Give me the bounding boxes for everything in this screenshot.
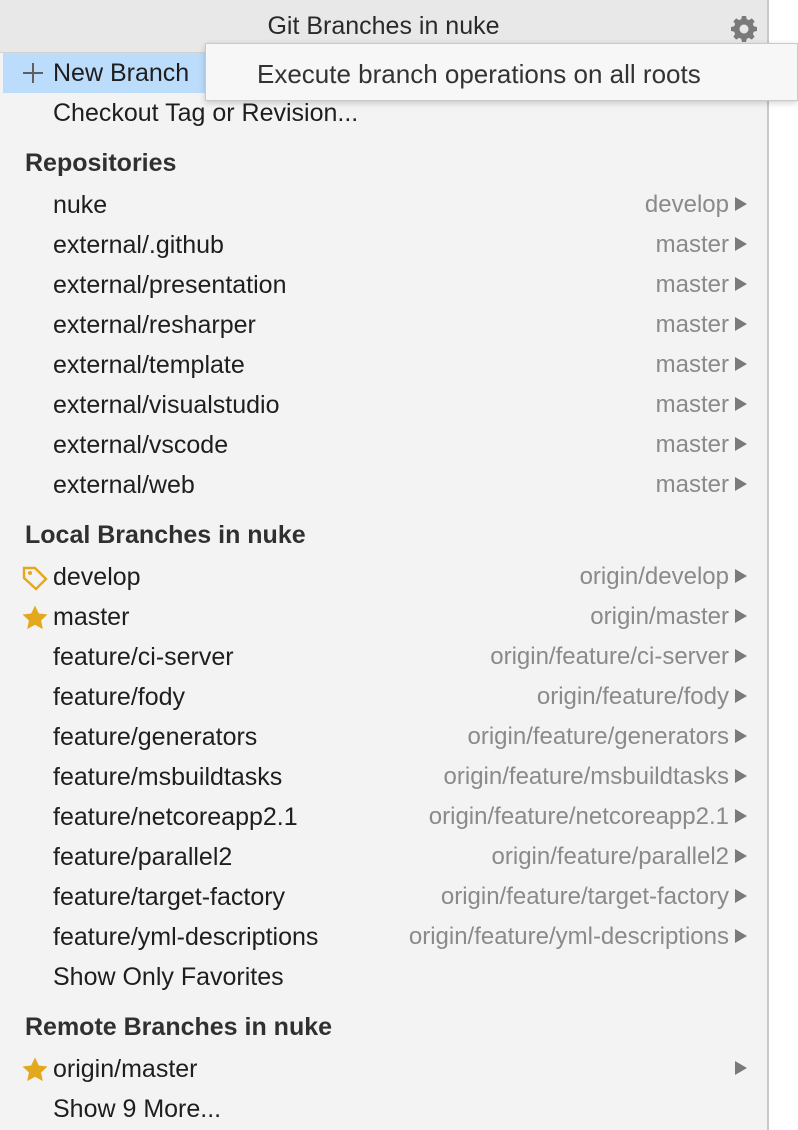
local-branch-name: master — [53, 603, 130, 631]
repository-item[interactable]: nuke develop — [3, 185, 767, 225]
local-branch-item[interactable]: feature/target-factory origin/feature/tar… — [3, 877, 767, 917]
repository-name: external/.github — [53, 231, 224, 259]
submenu-arrow-icon — [735, 237, 747, 251]
repository-name: external/vscode — [53, 431, 229, 459]
local-branch-name: feature/fody — [53, 683, 186, 711]
remote-branch-item[interactable]: origin/master — [3, 1049, 767, 1089]
local-branch-item[interactable]: feature/fody origin/feature/fody — [3, 677, 767, 717]
repository-branch: master — [655, 431, 729, 458]
tooltip: Execute branch operations on all roots — [205, 43, 798, 101]
remote-branch-name: origin/master — [53, 1055, 198, 1083]
repository-item[interactable]: external/web master — [3, 465, 767, 505]
local-branch-name: feature/msbuildtasks — [53, 763, 283, 791]
submenu-arrow-icon — [735, 317, 747, 331]
submenu-arrow-icon — [735, 849, 747, 863]
repository-item[interactable]: external/resharper master — [3, 305, 767, 345]
plus-icon — [23, 62, 43, 83]
repository-branch: master — [655, 231, 729, 258]
star-icon[interactable] — [21, 604, 49, 632]
local-branch-name: feature/target-factory — [53, 883, 286, 911]
local-branch-name: feature/netcoreapp2.1 — [53, 803, 298, 831]
repositories-section-header: Repositories — [3, 141, 767, 181]
tracking-branch: origin/feature/yml-descriptions — [408, 923, 729, 950]
tracking-branch: origin/feature/parallel2 — [491, 843, 729, 870]
repository-name: external/resharper — [53, 311, 256, 339]
tooltip-text: Execute branch operations on all roots — [257, 59, 701, 89]
gear-icon[interactable] — [730, 15, 758, 43]
git-branches-popup: Git Branches in nuke New Branch Checkout… — [0, 0, 769, 1130]
repository-branch: master — [655, 351, 729, 378]
repository-name: external/web — [53, 471, 195, 499]
repository-item[interactable]: external/presentation master — [3, 265, 767, 305]
local-branch-name: feature/parallel2 — [53, 843, 233, 871]
local-branch-item[interactable]: feature/yml-descriptions origin/feature/y… — [3, 917, 767, 957]
tracking-branch: origin/feature/msbuildtasks — [443, 763, 729, 790]
submenu-arrow-icon — [735, 357, 747, 371]
tracking-branch: origin/feature/generators — [467, 723, 730, 750]
local-branch-name: feature/ci-server — [53, 643, 234, 671]
tracking-branch: origin/feature/target-factory — [440, 883, 729, 910]
repository-name: nuke — [53, 191, 108, 219]
repository-branch: develop — [644, 191, 729, 218]
repository-branch: master — [655, 311, 729, 338]
tag-icon — [22, 566, 48, 591]
star-icon[interactable] — [21, 1056, 49, 1084]
repository-item[interactable]: external/visualstudio master — [3, 385, 767, 425]
local-branch-item[interactable]: feature/netcoreapp2.1 origin/feature/netc… — [3, 797, 767, 837]
repository-item[interactable]: external/.github master — [3, 225, 767, 265]
tracking-branch: origin/master — [590, 603, 729, 630]
submenu-arrow-icon — [735, 689, 747, 703]
submenu-arrow-icon — [735, 477, 747, 491]
local-branch-item[interactable]: feature/generators origin/feature/generat… — [3, 717, 767, 757]
show-more-item[interactable]: Show 9 More... — [3, 1089, 767, 1129]
submenu-arrow-icon — [735, 609, 747, 623]
repository-branch: master — [655, 471, 729, 498]
submenu-arrow-icon — [735, 437, 747, 451]
checkout-tag-label: Checkout Tag or Revision... — [53, 99, 359, 127]
local-branch-item[interactable]: feature/ci-server origin/feature/ci-serve… — [3, 637, 767, 677]
show-only-favorites-label: Show Only Favorites — [53, 963, 284, 991]
local-branches-header: Local Branches in nuke — [25, 521, 306, 549]
local-branch-name: develop — [53, 563, 141, 591]
submenu-arrow-icon — [735, 729, 747, 743]
tracking-branch: origin/develop — [579, 563, 729, 590]
new-branch-item[interactable]: New Branch — [3, 53, 205, 93]
local-branches-section-header: Local Branches in nuke — [3, 513, 767, 553]
submenu-arrow-icon — [735, 1061, 747, 1075]
repository-name: external/template — [53, 351, 245, 379]
show-more-label: Show 9 More... — [53, 1095, 222, 1123]
show-only-favorites-item[interactable]: Show Only Favorites — [3, 957, 767, 997]
remote-branches-section-header: Remote Branches in nuke — [3, 1005, 767, 1045]
submenu-arrow-icon — [735, 769, 747, 783]
submenu-arrow-icon — [735, 809, 747, 823]
local-branch-name: feature/generators — [53, 723, 258, 751]
repository-item[interactable]: external/vscode master — [3, 425, 767, 465]
tracking-branch: origin/feature/fody — [536, 683, 729, 710]
repositories-header: Repositories — [25, 149, 177, 177]
submenu-arrow-icon — [735, 197, 747, 211]
submenu-arrow-icon — [735, 649, 747, 663]
submenu-arrow-icon — [735, 569, 747, 583]
repository-item[interactable]: external/template master — [3, 345, 767, 385]
tracking-branch: origin/feature/ci-server — [490, 643, 729, 670]
repository-name: external/presentation — [53, 271, 287, 299]
repository-name: external/visualstudio — [53, 391, 280, 419]
submenu-arrow-icon — [735, 277, 747, 291]
new-branch-label: New Branch — [53, 59, 190, 87]
submenu-arrow-icon — [735, 929, 747, 943]
local-branch-item[interactable]: feature/msbuildtasks origin/feature/msbui… — [3, 757, 767, 797]
local-branch-item[interactable]: master origin/master — [3, 597, 767, 637]
submenu-arrow-icon — [735, 397, 747, 411]
remote-branches-header: Remote Branches in nuke — [25, 1013, 333, 1041]
tracking-branch: origin/feature/netcoreapp2.1 — [428, 803, 729, 830]
submenu-arrow-icon — [735, 889, 747, 903]
local-branch-item[interactable]: feature/parallel2 origin/feature/parallel… — [3, 837, 767, 877]
popup-title: Git Branches in nuke — [267, 12, 500, 40]
repository-branch: master — [655, 391, 729, 418]
local-branch-name: feature/yml-descriptions — [53, 923, 319, 951]
repository-branch: master — [655, 271, 729, 298]
local-branch-item[interactable]: develop origin/develop — [3, 557, 767, 597]
